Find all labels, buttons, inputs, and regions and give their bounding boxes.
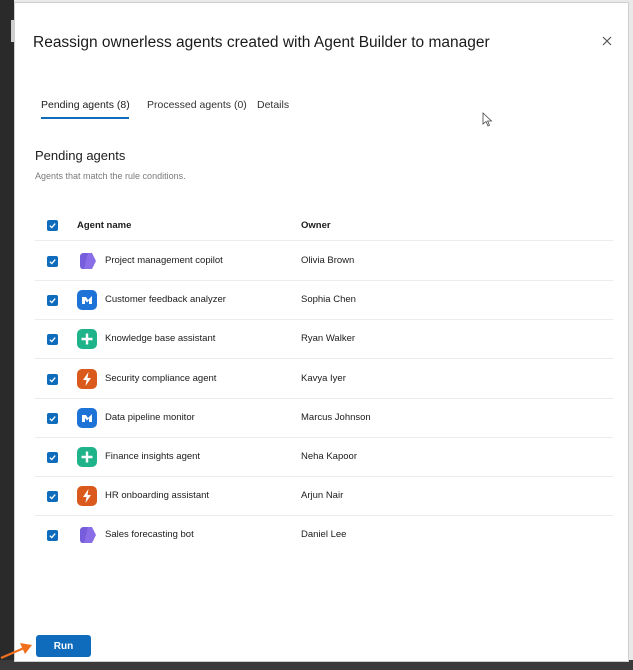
purple-hexagon-icon — [77, 525, 97, 545]
checkmark-icon — [49, 259, 56, 265]
green-plus-icon — [77, 329, 97, 349]
table-row[interactable]: Finance insights agent Neha Kapoor — [15, 438, 630, 477]
agent-name[interactable]: Customer feedback analyzer — [105, 294, 226, 305]
table-row[interactable]: Data pipeline monitor Marcus Johnson — [15, 399, 630, 438]
agent-owner: Kavya Iyer — [301, 373, 346, 384]
agent-name[interactable]: Finance insights agent — [105, 451, 200, 462]
table-row[interactable]: HR onboarding assistant Arjun Nair — [15, 477, 630, 516]
checkmark-icon — [49, 223, 56, 229]
purple-hexagon-icon — [77, 251, 97, 271]
reassign-dialog: Reassign ownerless agents created with A… — [14, 2, 629, 662]
column-header-owner[interactable]: Owner — [301, 220, 331, 231]
column-header-agent-name[interactable]: Agent name — [77, 220, 131, 231]
table-row[interactable]: Project management copilot Olivia Brown — [15, 242, 630, 281]
blue-agent-icon — [77, 290, 97, 310]
active-tab-indicator — [41, 117, 129, 119]
orange-lightning-icon — [77, 369, 97, 389]
close-icon[interactable] — [599, 33, 615, 49]
row-checkbox[interactable] — [47, 334, 58, 345]
agent-owner: Olivia Brown — [301, 255, 355, 266]
agent-name[interactable]: Sales forecasting bot — [105, 529, 194, 540]
orange-lightning-icon — [77, 486, 97, 506]
agent-owner: Neha Kapoor — [301, 451, 357, 462]
section-title: Pending agents — [35, 148, 126, 163]
table-row[interactable]: Customer feedback analyzer Sophia Chen — [15, 281, 630, 320]
checkmark-icon — [49, 298, 56, 304]
annotation-arrow-icon — [0, 643, 32, 660]
agent-owner: Daniel Lee — [301, 529, 347, 540]
agent-name[interactable]: Knowledge base assistant — [105, 333, 215, 344]
agent-owner: Marcus Johnson — [301, 412, 371, 423]
table-row[interactable]: Sales forecasting bot Daniel Lee — [15, 516, 630, 555]
agent-name[interactable]: Project management copilot — [105, 255, 223, 266]
checkmark-icon — [49, 337, 56, 343]
row-checkbox[interactable] — [47, 374, 58, 385]
select-all-checkbox[interactable] — [47, 220, 58, 231]
agent-name[interactable]: Data pipeline monitor — [105, 412, 195, 423]
table-row[interactable]: Knowledge base assistant Ryan Walker — [15, 320, 630, 359]
section-subtitle: Agents that match the rule conditions. — [35, 171, 186, 181]
table-row[interactable]: Security compliance agent Kavya Iyer — [15, 360, 630, 399]
blue-agent-icon — [77, 408, 97, 428]
header-divider — [35, 240, 613, 241]
row-checkbox[interactable] — [47, 452, 58, 463]
checkmark-icon — [49, 533, 56, 539]
row-checkbox[interactable] — [47, 530, 58, 541]
row-checkbox[interactable] — [47, 256, 58, 267]
agent-owner: Ryan Walker — [301, 333, 356, 344]
agent-name[interactable]: Security compliance agent — [105, 373, 216, 384]
row-divider — [35, 358, 613, 359]
agent-name[interactable]: HR onboarding assistant — [105, 490, 209, 501]
mouse-cursor-icon — [482, 112, 493, 127]
green-plus-icon — [77, 447, 97, 467]
checkmark-icon — [49, 416, 56, 422]
checkmark-icon — [49, 377, 56, 383]
dialog-title: Reassign ownerless agents created with A… — [33, 34, 490, 51]
run-button[interactable]: Run — [36, 635, 91, 657]
row-checkbox[interactable] — [47, 491, 58, 502]
checkmark-icon — [49, 494, 56, 500]
row-checkbox[interactable] — [47, 295, 58, 306]
row-checkbox[interactable] — [47, 413, 58, 424]
tab-pending-agents[interactable]: Pending agents (8) — [41, 99, 130, 111]
background-window — [0, 0, 14, 670]
checkmark-icon — [49, 455, 56, 461]
tab-details[interactable]: Details — [257, 99, 289, 111]
agent-owner: Arjun Nair — [301, 490, 344, 501]
agent-owner: Sophia Chen — [301, 294, 356, 305]
tab-processed-agents[interactable]: Processed agents (0) — [147, 99, 247, 111]
